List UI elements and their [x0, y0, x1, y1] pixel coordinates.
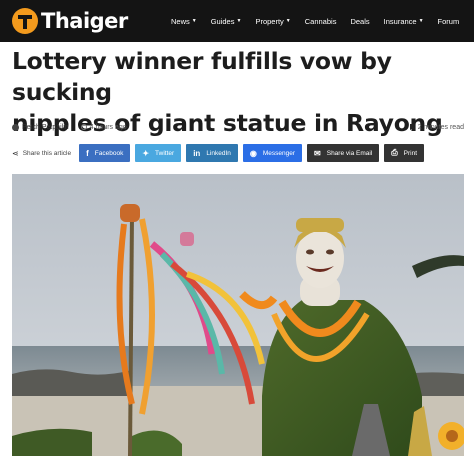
share-button-label: Twitter — [155, 149, 175, 157]
headline-line: Lottery winner fulfills vow by sucking — [12, 47, 392, 106]
time-ago-text: 4 hours ago — [89, 123, 127, 131]
user-icon — [12, 123, 19, 131]
print-icon: ⎙ — [391, 148, 398, 157]
nav-label: Guides — [210, 16, 235, 26]
share-label: ⋖ Share this article — [12, 149, 71, 158]
bookmark-icon — [409, 123, 415, 131]
share-button-label: Share via Email — [326, 149, 373, 157]
twitter-icon: ✦ — [142, 148, 150, 158]
nav-item-guides[interactable]: Guides ▼ — [211, 17, 242, 26]
nav-label: Property — [255, 16, 284, 26]
share-icon: ⋖ — [12, 148, 19, 158]
thaiger-logo-icon — [12, 8, 38, 34]
nav-item-news[interactable]: News ▼ — [171, 17, 197, 26]
author-name: Petch Petpailin — [22, 123, 69, 131]
share-twitter-button[interactable]: ✦ Twitter — [135, 144, 182, 162]
statue-photo-illustration — [12, 174, 464, 456]
caret-down-icon: ▼ — [285, 18, 291, 24]
share-label-text: Share this article — [22, 149, 72, 157]
nav-item-cannabis[interactable]: Cannabis — [305, 17, 337, 26]
nav-label: Forum — [437, 16, 460, 26]
article-meta: Petch Petpailin 4 hours ago 2 minutes re… — [12, 121, 464, 133]
nav-item-insurance[interactable]: Insurance ▼ — [384, 17, 424, 26]
linkedin-icon: in — [193, 148, 201, 158]
article-hero-image — [12, 174, 464, 456]
nav-label: Insurance — [383, 16, 417, 26]
top-navigation-bar: Thaiger News ▼ Guides ▼ Property ▼ Cannabis… — [0, 0, 474, 42]
author-link[interactable]: Petch Petpailin — [12, 123, 69, 131]
share-bar: ⋖ Share this article f Facebook ✦ Twitte… — [12, 144, 429, 162]
nav-item-deals[interactable]: Deals — [350, 17, 369, 26]
share-linkedin-button[interactable]: in LinkedIn — [186, 144, 238, 162]
read-time: 2 minutes read — [409, 123, 464, 131]
main-nav: News ▼ Guides ▼ Property ▼ Cannabis Deals I… — [171, 0, 473, 42]
share-button-label: Messenger — [262, 149, 296, 157]
share-button-label: Facebook — [94, 149, 124, 157]
nav-item-forum[interactable]: Forum — [438, 17, 460, 26]
messenger-icon: ◉ — [249, 148, 257, 158]
publish-time: 4 hours ago — [80, 123, 127, 131]
caret-down-icon: ▼ — [191, 18, 197, 24]
site-logo[interactable]: Thaiger — [12, 6, 128, 36]
share-button-label: LinkedIn — [206, 149, 231, 157]
print-button[interactable]: ⎙ Print — [384, 144, 425, 162]
nav-label: News — [171, 16, 190, 26]
nav-item-property[interactable]: Property ▼ — [255, 17, 290, 26]
read-time-text: 2 minutes read — [417, 123, 464, 131]
clock-icon — [80, 124, 87, 130]
share-messenger-button[interactable]: ◉ Messenger — [242, 144, 303, 162]
share-button-label: Print — [403, 149, 418, 157]
nav-label: Cannabis — [304, 16, 337, 26]
site-logo-text: Thaiger — [41, 9, 128, 33]
share-facebook-button[interactable]: f Facebook — [79, 144, 131, 162]
caret-down-icon: ▼ — [236, 18, 242, 24]
caret-down-icon: ▼ — [418, 18, 424, 24]
email-icon: ✉ — [314, 148, 321, 158]
facebook-icon: f — [86, 148, 89, 158]
nav-label: Deals — [350, 16, 370, 26]
share-email-button[interactable]: ✉ Share via Email — [307, 144, 380, 162]
